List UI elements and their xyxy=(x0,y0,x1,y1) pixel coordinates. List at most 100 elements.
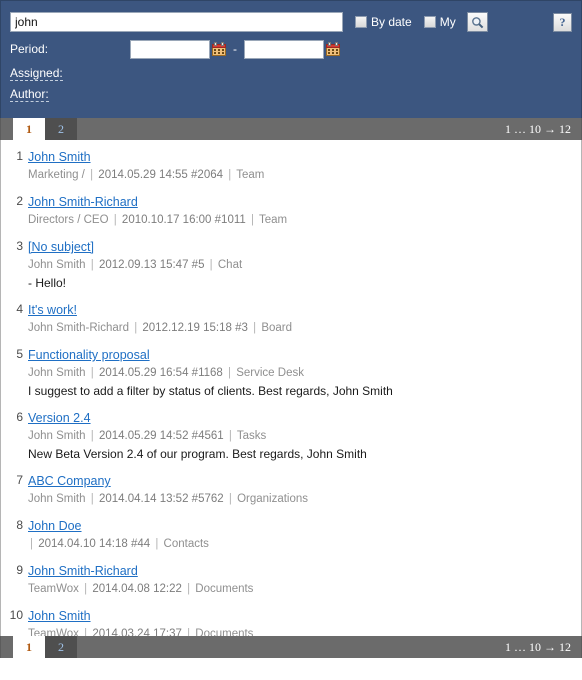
result-index: 9 xyxy=(16,563,23,577)
calendar-icon-from[interactable] xyxy=(212,42,226,56)
result-meta-separator: | xyxy=(209,259,213,271)
result-module: Team xyxy=(236,169,265,181)
result-item: 5 Functionality proposal John Smith | 2014… xyxy=(1,346,581,400)
result-body: ABC Company John Smith | 2014.04.14 13:52… xyxy=(28,472,571,508)
result-title-link[interactable]: Functionality proposal xyxy=(28,347,150,363)
pager-page-2[interactable]: 2 xyxy=(45,636,77,658)
result-meta-separator: | xyxy=(90,430,94,442)
result-title-link[interactable]: It's work! xyxy=(28,302,77,318)
result-title-link[interactable]: John Smith-Richard xyxy=(28,563,138,579)
result-item: 4 It's work! John Smith-Richard | 2012.12.… xyxy=(1,301,581,337)
result-index: 7 xyxy=(16,473,23,487)
result-meta-separator: | xyxy=(134,322,138,334)
result-body: Functionality proposal John Smith | 2014.… xyxy=(28,346,571,400)
search-button[interactable] xyxy=(466,12,488,32)
result-meta-separator: | xyxy=(228,493,232,505)
result-snippet: - Hello! xyxy=(28,276,67,290)
period-from-input[interactable] xyxy=(130,39,210,59)
result-item: 8 John Doe | 2014.04.10 14:18 #44 | Contac… xyxy=(1,517,581,553)
by-date-checkbox-box[interactable] xyxy=(355,16,367,28)
pager-page-1[interactable]: 1 xyxy=(13,118,45,140)
result-meta-separator: | xyxy=(228,169,232,181)
help-button[interactable]: ? xyxy=(553,13,572,32)
result-item: 10 John Smith TeamWox | 2014.03.24 17:37 |… xyxy=(1,607,581,636)
result-meta: John Smith | 2012.09.13 15:47 #5 | Chat xyxy=(28,257,571,274)
result-index: 5 xyxy=(16,347,23,361)
result-id: #1011 xyxy=(214,214,246,226)
result-datetime: 2012.09.13 15:47 xyxy=(98,259,189,271)
result-module: Organizations xyxy=(237,493,309,505)
result-meta-separator: | xyxy=(228,430,232,442)
result-meta-separator: | xyxy=(155,538,159,550)
result-title-link[interactable]: ABC Company xyxy=(28,473,111,489)
by-date-checkbox[interactable]: By date xyxy=(355,15,412,29)
result-item: 2 John Smith-Richard Directors / CEO | 201… xyxy=(1,193,581,229)
search-filter-panel: By date My ? Period: xyxy=(0,0,582,118)
result-body: John Smith Marketing / | 2014.05.29 14:55… xyxy=(28,148,571,184)
result-meta: John Smith | 2014.05.29 16:54 #1168 | Se… xyxy=(28,365,571,382)
period-filter-row: Period: - xyxy=(10,37,572,61)
search-icon xyxy=(471,16,484,28)
result-index: 8 xyxy=(16,518,23,532)
result-title-link[interactable]: John Smith xyxy=(28,149,91,165)
result-author: John Smith xyxy=(28,430,86,442)
pager-page-2[interactable]: 2 xyxy=(45,118,77,140)
search-input[interactable] xyxy=(10,12,343,32)
result-datetime: 2014.04.10 14:18 xyxy=(38,538,128,550)
result-meta-separator: | xyxy=(187,628,191,636)
assigned-filter-row: Assigned: xyxy=(10,61,572,82)
result-module: Contacts xyxy=(163,538,209,550)
result-item: 6 Version 2.4 John Smith | 2014.05.29 14:5… xyxy=(1,409,581,463)
pager-top: 12 1 … 10 → 12 xyxy=(0,118,582,140)
result-item: 3 [No subject] John Smith | 2012.09.13 15:… xyxy=(1,238,581,292)
period-range-separator: - xyxy=(233,42,237,56)
assigned-filter-link[interactable]: Assigned: xyxy=(10,66,63,81)
author-filter-row: Author: xyxy=(10,82,572,103)
result-title-link[interactable]: John Smith-Richard xyxy=(28,194,138,210)
result-meta: John Smith | 2014.04.14 13:52 #5762 | Or… xyxy=(28,491,571,508)
result-author: John Smith xyxy=(28,259,86,271)
my-checkbox-box[interactable] xyxy=(423,16,436,28)
author-filter-link[interactable]: Author: xyxy=(10,87,49,102)
period-to-input[interactable] xyxy=(244,39,324,59)
search-row: By date My ? xyxy=(10,11,572,33)
result-meta: Marketing / | 2014.05.29 14:55 #2064 | T… xyxy=(28,167,571,184)
result-module: Tasks xyxy=(236,430,267,442)
result-author: TeamWox xyxy=(28,583,79,595)
result-body: John Smith TeamWox | 2014.03.24 17:37 | D… xyxy=(28,607,571,636)
result-meta-separator: | xyxy=(90,169,94,181)
result-item: 7 ABC Company John Smith | 2014.04.14 13:5… xyxy=(1,472,581,508)
result-module: Board xyxy=(261,322,293,334)
period-label: Period: xyxy=(10,42,49,56)
result-meta-separator: | xyxy=(253,322,257,334)
result-author: TeamWox xyxy=(28,628,79,636)
result-meta-separator: | xyxy=(90,259,94,271)
result-index: 3 xyxy=(16,239,23,253)
pager-bottom-pages: 12 xyxy=(13,636,77,658)
result-snippet: New Beta Version 2.4 of our program. Bes… xyxy=(28,447,367,461)
result-id: #3 xyxy=(235,322,248,334)
result-index: 4 xyxy=(16,302,23,316)
calendar-icon-to[interactable] xyxy=(326,42,340,56)
result-body: John Doe | 2014.04.10 14:18 #44 | Contact… xyxy=(28,517,571,553)
result-meta: Directors / CEO | 2010.10.17 16:00 #1011… xyxy=(28,212,571,229)
result-body: Version 2.4 John Smith | 2014.05.29 14:52… xyxy=(28,409,571,463)
my-checkbox[interactable]: My xyxy=(423,15,456,29)
search-page: By date My ? Period: xyxy=(0,0,582,680)
result-title-link[interactable]: John Smith xyxy=(28,608,91,624)
result-title-link[interactable]: John Doe xyxy=(28,518,82,534)
result-meta-separator: | xyxy=(84,628,88,636)
result-id: #2064 xyxy=(191,169,224,181)
result-module: Chat xyxy=(217,259,243,271)
result-title-link[interactable]: Version 2.4 xyxy=(28,410,91,426)
pager-page-1[interactable]: 1 xyxy=(13,636,45,658)
result-id: #1168 xyxy=(191,367,223,379)
result-author: John Smith xyxy=(28,367,86,379)
result-meta: TeamWox | 2014.04.08 12:22 | Documents xyxy=(28,581,571,598)
result-meta-separator: | xyxy=(251,214,254,226)
result-author: Directors / CEO xyxy=(28,214,109,226)
help-button-label: ? xyxy=(559,15,566,29)
result-title-link[interactable]: [No subject] xyxy=(28,239,94,255)
result-module: Documents xyxy=(195,583,254,595)
result-item: 9 John Smith-Richard TeamWox | 2014.04.08 … xyxy=(1,562,581,598)
